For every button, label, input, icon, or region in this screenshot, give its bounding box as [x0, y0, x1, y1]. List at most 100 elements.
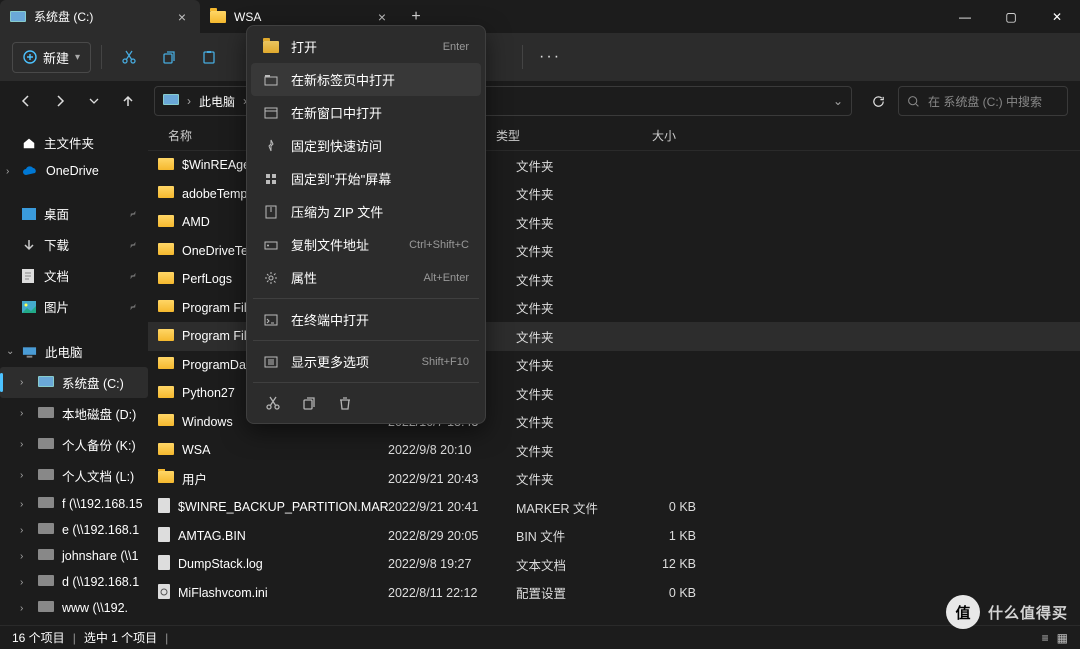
chevron-right-icon: › — [20, 603, 23, 614]
context-menu-item[interactable]: 在终端中打开 — [251, 303, 481, 336]
item-icon — [22, 301, 36, 313]
drive-icon — [38, 549, 54, 563]
toolbar: 新建 ▾ ··· — [0, 33, 1080, 81]
chevron-right-icon: › — [20, 377, 23, 388]
folder-icon — [158, 443, 174, 458]
sidebar-drive-item[interactable]: ›d (\\192.168.1 — [0, 569, 148, 595]
cut-button[interactable] — [112, 40, 146, 74]
plus-circle-icon — [23, 50, 37, 64]
table-row[interactable]: $WINRE_BACKUP_PARTITION.MARKER2022/9/21 … — [148, 493, 1080, 522]
search-icon — [907, 95, 920, 108]
item-icon — [22, 208, 36, 220]
sidebar-drive-item[interactable]: ›本地磁盘 (D:) — [0, 398, 148, 429]
sidebar-thispc[interactable]: ⌄ 此电脑 — [0, 336, 148, 367]
sidebar-drive-item[interactable]: ›系统盘 (C:) — [0, 367, 148, 398]
drive-icon — [163, 94, 179, 108]
table-row[interactable]: WSA2022/9/8 20:10文件夹 — [148, 436, 1080, 465]
context-menu-item[interactable]: 在新窗口中打开 — [251, 96, 481, 129]
drive-icon — [38, 523, 54, 537]
folder-icon — [158, 215, 174, 230]
folder-icon — [158, 471, 174, 486]
drive-icon — [38, 376, 54, 390]
sidebar: 主文件夹 › OneDrive 桌面下载文档图片 ⌄ 此电脑 ›系统盘 (C:)… — [0, 121, 148, 624]
refresh-button[interactable] — [864, 87, 892, 115]
home-icon — [22, 136, 36, 150]
sidebar-home[interactable]: 主文件夹 — [0, 127, 148, 158]
titlebar: 系统盘 (C:) × WSA × + — ▢ ✕ — [0, 0, 1080, 33]
back-button[interactable] — [12, 87, 40, 115]
chevron-right-icon: › — [187, 94, 191, 108]
sidebar-quick-item[interactable]: 桌面 — [0, 198, 148, 229]
more-icon — [263, 356, 279, 368]
paste-button[interactable] — [192, 40, 226, 74]
chevron-right-icon: › — [20, 499, 23, 510]
sidebar-quick-item[interactable]: 文档 — [0, 260, 148, 291]
more-button[interactable]: ··· — [533, 40, 567, 74]
start-icon — [263, 173, 279, 185]
file-icon — [158, 498, 170, 516]
sidebar-quick-item[interactable]: 图片 — [0, 291, 148, 322]
copy-path-icon — [263, 239, 279, 251]
sidebar-drive-item[interactable]: ›www (\\192. — [0, 595, 148, 621]
close-button[interactable]: ✕ — [1034, 0, 1080, 33]
chevron-right-icon: › — [20, 525, 23, 536]
minimize-button[interactable]: — — [942, 0, 988, 33]
cut-button[interactable] — [265, 395, 281, 411]
sidebar-quick-item[interactable]: 下载 — [0, 229, 148, 260]
forward-button[interactable] — [46, 87, 74, 115]
delete-button[interactable] — [337, 395, 353, 411]
maximize-button[interactable]: ▢ — [988, 0, 1034, 33]
view-grid-icon[interactable]: ▦ — [1057, 631, 1068, 645]
copy-button[interactable] — [152, 40, 186, 74]
table-row[interactable]: DumpStack.log2022/9/8 19:27文本文档12 KB — [148, 550, 1080, 579]
tab-active[interactable]: 系统盘 (C:) × — [0, 0, 200, 33]
folder-icon — [210, 9, 226, 25]
sidebar-drive-item[interactable]: ›e (\\192.168.1 — [0, 517, 148, 543]
chevron-right-icon: › — [20, 408, 23, 419]
tab-label: 系统盘 (C:) — [34, 8, 93, 25]
header-size[interactable]: 大小 — [606, 127, 676, 144]
context-menu-item[interactable]: 固定到"开始"屏幕 — [251, 162, 481, 195]
context-menu-item[interactable]: 复制文件地址Ctrl+Shift+C — [251, 228, 481, 261]
folder-icon — [158, 329, 174, 344]
props-icon — [263, 271, 279, 285]
drive-icon — [38, 601, 54, 615]
sidebar-onedrive[interactable]: › OneDrive — [0, 158, 148, 184]
up-button[interactable] — [114, 87, 142, 115]
view-details-icon[interactable]: ≡ — [1042, 631, 1049, 645]
context-menu-item[interactable]: 打开Enter — [251, 30, 481, 63]
file-icon — [158, 555, 170, 573]
drive-icon — [38, 438, 54, 452]
cloud-icon — [22, 165, 38, 177]
sidebar-drive-item[interactable]: ›个人备份 (K:) — [0, 429, 148, 460]
item-icon — [22, 238, 36, 252]
pc-icon — [22, 346, 37, 358]
sidebar-drive-item[interactable]: ›f (\\192.168.15 — [0, 491, 148, 517]
close-icon[interactable]: × — [374, 7, 390, 27]
sidebar-drive-item[interactable]: ›johnshare (\\1 — [0, 543, 148, 569]
recent-button[interactable] — [80, 87, 108, 115]
close-icon[interactable]: × — [174, 7, 190, 27]
search-input[interactable]: 在 系统盘 (C:) 中搜索 — [898, 86, 1068, 116]
copy-button[interactable] — [301, 395, 317, 411]
drive-icon — [38, 469, 54, 483]
chevron-down-icon[interactable]: ⌄ — [833, 94, 843, 108]
context-menu-item[interactable]: 在新标签页中打开 — [251, 63, 481, 96]
context-menu-item[interactable]: 属性Alt+Enter — [251, 261, 481, 294]
window-controls: — ▢ ✕ — [942, 0, 1080, 33]
table-row[interactable]: AMTAG.BIN2022/8/29 20:05BIN 文件1 KB — [148, 522, 1080, 551]
window-icon — [263, 107, 279, 119]
folder-icon — [158, 414, 174, 429]
table-row[interactable]: 用户2022/9/21 20:43文件夹 — [148, 465, 1080, 494]
folder-icon — [158, 272, 174, 287]
breadcrumb[interactable]: 此电脑 — [199, 93, 235, 110]
drive-icon — [10, 9, 26, 25]
sidebar-drive-item[interactable]: ›个人文档 (L:) — [0, 460, 148, 491]
file-icon — [158, 527, 170, 545]
new-button[interactable]: 新建 ▾ — [12, 42, 91, 73]
table-row[interactable]: MiFlashvcom.ini2022/8/11 22:12配置设置0 KB — [148, 579, 1080, 608]
context-menu-item[interactable]: 显示更多选项Shift+F10 — [251, 345, 481, 378]
header-type[interactable]: 类型 — [496, 127, 606, 144]
context-menu-item[interactable]: 压缩为 ZIP 文件 — [251, 195, 481, 228]
context-menu-item[interactable]: 固定到快速访问 — [251, 129, 481, 162]
